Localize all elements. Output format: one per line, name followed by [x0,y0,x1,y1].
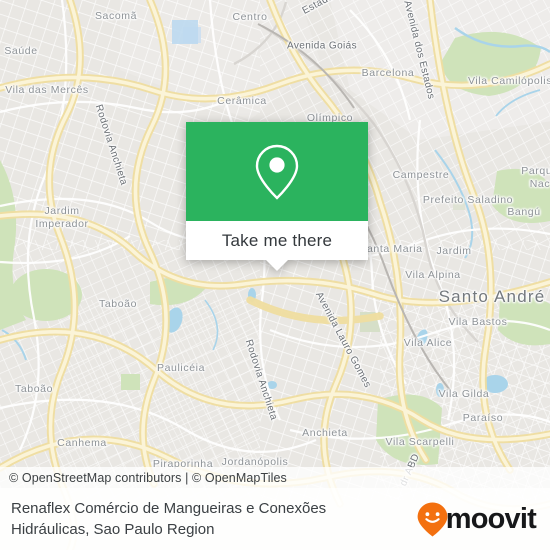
map-attribution-text[interactable]: © OpenStreetMap contributors | © OpenMap… [9,471,287,485]
map-canvas[interactable]: Sacomã Centro Estado Avenida Goiás Avenida d… [0,0,550,550]
moovit-logo[interactable]: moovit [416,501,537,538]
take-me-there-label: Take me there [221,230,333,250]
map-attribution-bar: © OpenStreetMap contributors | © OpenMap… [0,467,550,488]
moovit-smiley-pin-icon [417,502,448,536]
moovit-wordmark: moovit [445,502,537,535]
popup-header [186,122,368,221]
map-pin-icon [255,144,299,200]
page-footer: Renaflex Comércio de Mangueiras e Conexõ… [0,488,550,550]
moovit-place-card: Sacomã Centro Estado Avenida Goiás Avenida d… [0,0,550,550]
take-me-there-button[interactable]: Take me there [186,221,368,260]
place-popup-card[interactable]: Take me there [186,122,368,271]
place-title: Renaflex Comércio de Mangueiras e Conexõ… [11,499,327,538]
popup-tail [266,260,288,271]
